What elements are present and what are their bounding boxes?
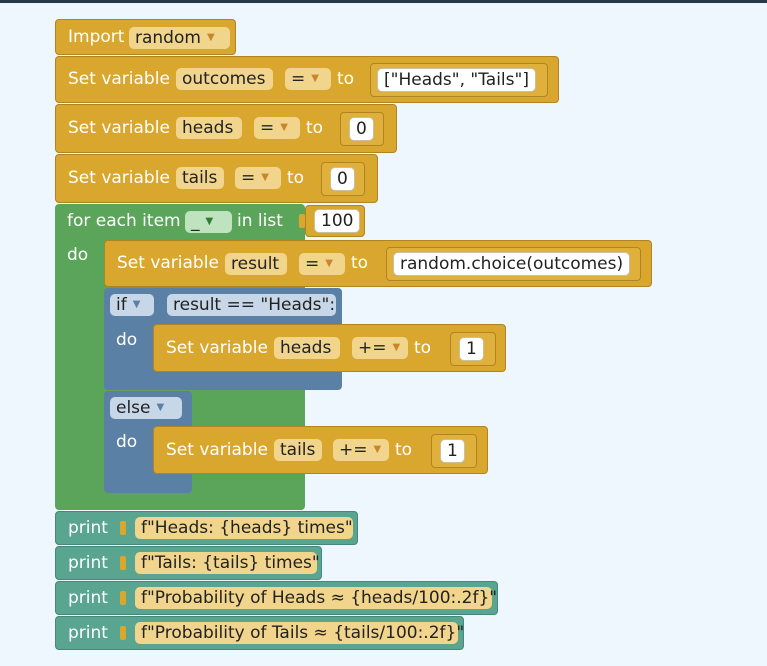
tails-init-value[interactable]: 0 (330, 167, 355, 191)
set-variable-label: Set variable (117, 253, 219, 273)
top-bar (0, 0, 767, 3)
to-label: to (306, 118, 324, 138)
set-variable-label: Set variable (68, 69, 170, 89)
dropdown-arrow-icon: ▼ (311, 73, 319, 84)
dropdown-arrow-icon: ▼ (156, 402, 165, 413)
operator-dropdown[interactable]: = ▼ (235, 167, 281, 189)
set-variable-label: Set variable (166, 338, 268, 358)
for-each-label: for each item (67, 211, 181, 231)
outcomes-value-block[interactable]: ["Heads", "Tails"] (370, 63, 548, 97)
operator-dropdown[interactable]: = ▼ (299, 253, 345, 275)
print-block[interactable]: print f"Tails: {tails} times" (55, 546, 322, 580)
import-label: Import (68, 27, 125, 47)
dropdown-arrow-icon: ▼ (280, 122, 288, 133)
loop-variable-dropdown[interactable]: _ ▼ (185, 211, 232, 233)
increment-tails-block[interactable]: Set variable tails += ▼ to 1 (153, 426, 488, 474)
variable-dropdown-tails[interactable]: tails (176, 167, 224, 189)
loop-count-value[interactable]: 100 (314, 209, 361, 233)
variable-dropdown-heads[interactable]: heads (176, 117, 242, 139)
to-label: to (414, 338, 432, 358)
in-list-label: in list (237, 211, 283, 231)
dropdown-arrow-icon: ▼ (132, 299, 141, 310)
print-text-value[interactable]: f"Probability of Heads ≈ {heads/100:.2f}… (135, 587, 497, 609)
set-variable-label: Set variable (68, 168, 170, 188)
operator-dropdown[interactable]: = ▼ (254, 117, 300, 139)
variable-dropdown-tails[interactable]: tails (274, 439, 322, 461)
increment-tails-value[interactable]: 1 (440, 439, 465, 463)
do-label: do (116, 432, 138, 452)
to-label: to (395, 440, 413, 460)
set-heads-block[interactable]: Set variable heads = ▼ to 0 (55, 104, 397, 153)
variable-dropdown-result[interactable]: result (225, 253, 287, 275)
if-dropdown[interactable]: if ▼ (110, 294, 154, 316)
set-result-block[interactable]: Set variable result = ▼ to random.choice(… (104, 240, 652, 287)
input-connector (120, 521, 126, 535)
print-block[interactable]: print f"Heads: {heads} times" (55, 511, 358, 545)
else-dropdown[interactable]: else ▼ (110, 397, 182, 419)
dropdown-arrow-icon: ▼ (206, 32, 215, 43)
print-text-value[interactable]: f"Heads: {heads} times" (135, 517, 353, 539)
operator-dropdown[interactable]: += ▼ (333, 439, 389, 461)
operator-dropdown[interactable]: = ▼ (285, 68, 331, 90)
to-label: to (337, 69, 355, 89)
print-label: print (68, 518, 108, 538)
dropdown-arrow-icon: ▼ (261, 172, 269, 183)
print-text-value[interactable]: f"Tails: {tails} times" (135, 552, 320, 574)
to-label: to (351, 253, 369, 273)
print-block[interactable]: print f"Probability of Tails ≈ {tails/10… (55, 616, 464, 650)
loop-list-block[interactable]: 100 (305, 205, 365, 237)
module-dropdown[interactable]: random ▼ (129, 27, 230, 49)
outcomes-value[interactable]: ["Heads", "Tails"] (377, 68, 536, 92)
increment-heads-value[interactable]: 1 (459, 337, 484, 361)
set-variable-label: Set variable (166, 440, 268, 460)
input-connector (120, 626, 126, 640)
heads-value-block[interactable]: 0 (340, 112, 384, 146)
do-label: do (67, 245, 89, 265)
do-label: do (116, 330, 138, 350)
print-label: print (68, 553, 108, 573)
result-value-block[interactable]: random.choice(outcomes) (386, 247, 641, 281)
dropdown-arrow-icon: ▼ (205, 216, 214, 227)
tails-value-block[interactable]: 0 (321, 162, 365, 196)
variable-dropdown-outcomes[interactable]: outcomes (176, 68, 273, 90)
print-text-value[interactable]: f"Probability of Tails ≈ {tails/100:.2f}… (135, 622, 464, 644)
input-connector (120, 556, 126, 570)
increment-value-block[interactable]: 1 (431, 434, 477, 468)
print-label: print (68, 623, 108, 643)
set-variable-label: Set variable (68, 118, 170, 138)
dropdown-arrow-icon: ▼ (392, 342, 401, 353)
dropdown-arrow-icon: ▼ (325, 258, 333, 269)
operator-dropdown[interactable]: += ▼ (352, 337, 408, 359)
import-block[interactable]: Import random ▼ (55, 19, 236, 55)
heads-init-value[interactable]: 0 (349, 117, 374, 141)
result-value[interactable]: random.choice(outcomes) (393, 252, 631, 276)
set-outcomes-block[interactable]: Set variable outcomes = ▼ to ["Heads", "T… (55, 56, 559, 103)
increment-heads-block[interactable]: Set variable heads += ▼ to 1 (153, 324, 506, 372)
to-label: to (287, 168, 305, 188)
if-condition[interactable]: result == "Heads": (167, 294, 336, 316)
variable-dropdown-heads[interactable]: heads (274, 337, 340, 359)
set-tails-block[interactable]: Set variable tails = ▼ to 0 (55, 154, 378, 203)
input-connector (120, 591, 126, 605)
dropdown-arrow-icon: ▼ (373, 444, 382, 455)
print-label: print (68, 588, 108, 608)
increment-value-block[interactable]: 1 (450, 332, 496, 366)
print-block[interactable]: print f"Probability of Heads ≈ {heads/10… (55, 581, 498, 615)
